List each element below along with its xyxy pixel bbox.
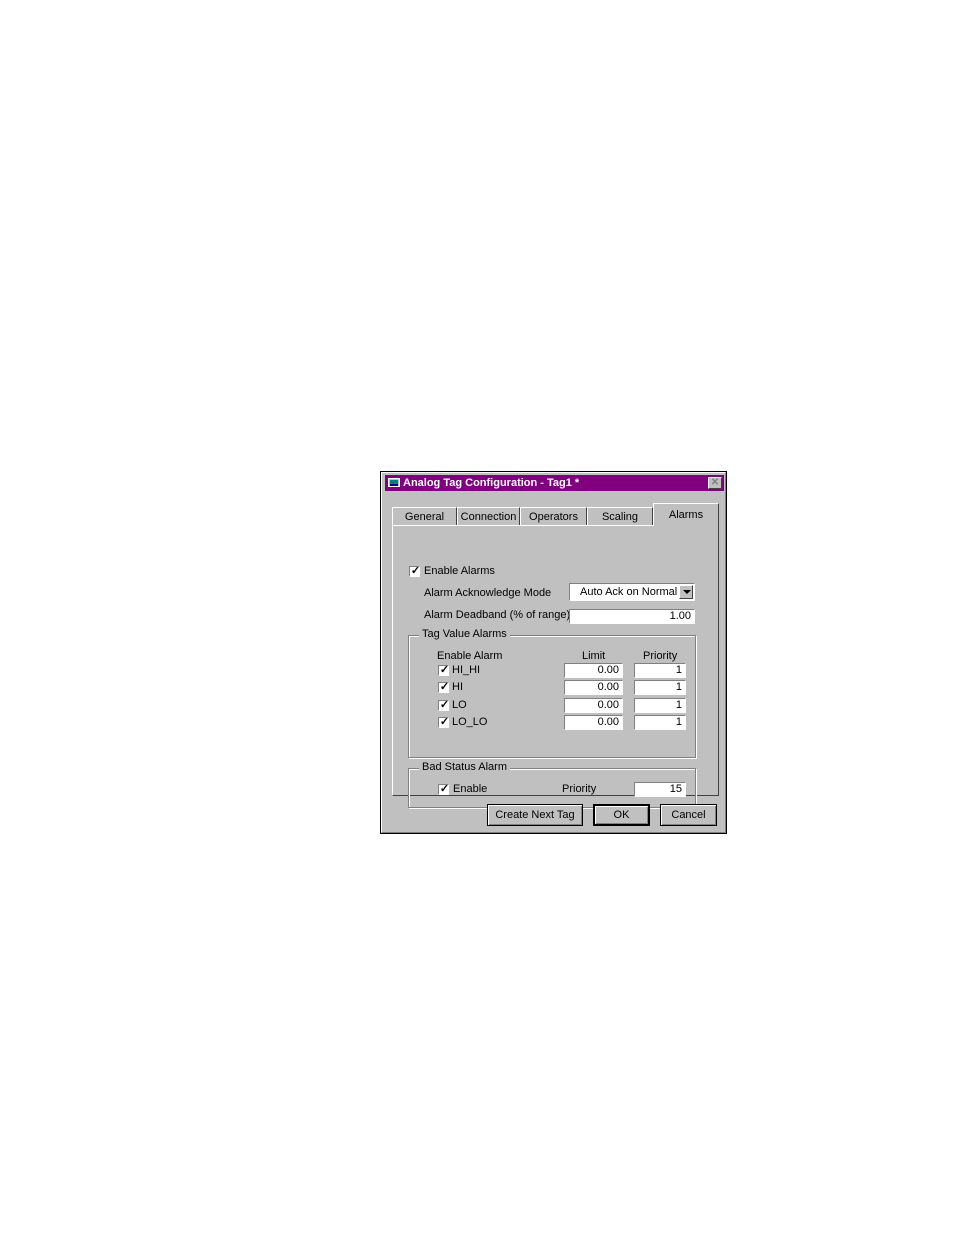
app-icon — [388, 478, 400, 487]
analog-tag-config-dialog: Analog Tag Configuration - Tag1 * ✕ Gene… — [380, 471, 727, 834]
lo-lo-priority-input[interactable]: 1 — [634, 715, 686, 730]
cancel-button[interactable]: Cancel — [660, 804, 717, 826]
hi-hi-limit-input[interactable]: 0.00 — [564, 663, 623, 678]
bad-status-enable-label: Enable — [453, 783, 488, 795]
ok-button[interactable]: OK — [593, 804, 650, 826]
tag-value-alarms-title: Tag Value Alarms — [419, 628, 510, 640]
lo-lo-label: LO_LO — [452, 716, 488, 728]
enable-alarms-checkbox[interactable]: ✓ — [409, 565, 421, 577]
tab-general[interactable]: General — [392, 507, 457, 525]
lo-lo-checkbox[interactable]: ✓ — [438, 716, 450, 728]
col-limit: Limit — [582, 650, 606, 662]
bad-status-alarm-title: Bad Status Alarm — [419, 761, 510, 773]
lo-limit-input[interactable]: 0.00 — [564, 698, 623, 713]
hi-hi-checkbox[interactable]: ✓ — [438, 664, 450, 676]
deadband-input[interactable]: 1.00 — [569, 609, 695, 624]
lo-checkbox[interactable]: ✓ — [438, 699, 450, 711]
tab-connection[interactable]: Connection — [457, 507, 520, 525]
enable-alarms-label: Enable Alarms — [424, 565, 495, 577]
hi-limit-input[interactable]: 0.00 — [564, 680, 623, 695]
hi-hi-priority-input[interactable]: 1 — [634, 663, 686, 678]
dialog-frame: Analog Tag Configuration - Tag1 * ✕ Gene… — [381, 472, 726, 833]
ack-mode-select[interactable]: Auto Ack on Normal — [569, 583, 695, 601]
check-icon: ✓ — [439, 783, 450, 795]
hi-checkbox[interactable]: ✓ — [438, 681, 450, 693]
check-icon: ✓ — [439, 681, 450, 693]
check-icon: ✓ — [410, 565, 421, 577]
chevron-down-icon[interactable] — [679, 585, 693, 599]
tab-operators[interactable]: Operators — [520, 507, 587, 525]
bad-status-priority-input[interactable]: 15 — [634, 782, 686, 797]
hi-label: HI — [452, 681, 463, 693]
lo-priority-input[interactable]: 1 — [634, 698, 686, 713]
lo-lo-limit-input[interactable]: 0.00 — [564, 715, 623, 730]
bad-status-alarm-group: Bad Status Alarm ✓ Enable Priority 15 — [408, 761, 696, 808]
ack-mode-value: Auto Ack on Normal — [580, 586, 678, 598]
tab-scaling[interactable]: Scaling — [587, 507, 653, 525]
ack-mode-label: Alarm Acknowledge Mode — [424, 587, 552, 599]
hi-priority-input[interactable]: 1 — [634, 680, 686, 695]
col-priority: Priority — [643, 650, 678, 662]
check-icon: ✓ — [439, 664, 450, 676]
tag-value-alarms-group: Tag Value Alarms Enable Alarm Limit Prio… — [408, 628, 696, 758]
window-title: Analog Tag Configuration - Tag1 * — [403, 477, 580, 489]
deadband-label: Alarm Deadband (% of range) — [424, 609, 571, 621]
bad-status-priority-label: Priority — [562, 783, 597, 795]
check-icon: ✓ — [439, 716, 450, 728]
bad-status-enable-checkbox[interactable]: ✓ — [438, 783, 450, 795]
tab-alarms[interactable]: Alarms — [653, 503, 719, 526]
lo-label: LO — [452, 699, 467, 711]
hi-hi-label: HI_HI — [452, 664, 481, 676]
col-enable-alarm: Enable Alarm — [437, 650, 503, 662]
close-icon[interactable]: ✕ — [708, 477, 722, 489]
create-next-tag-button[interactable]: Create Next Tag — [487, 804, 583, 826]
title-bar[interactable]: Analog Tag Configuration - Tag1 * ✕ — [385, 475, 724, 491]
check-icon: ✓ — [439, 699, 450, 711]
alarms-panel: ✓ Enable Alarms Alarm Acknowledge Mode A… — [392, 525, 719, 808]
